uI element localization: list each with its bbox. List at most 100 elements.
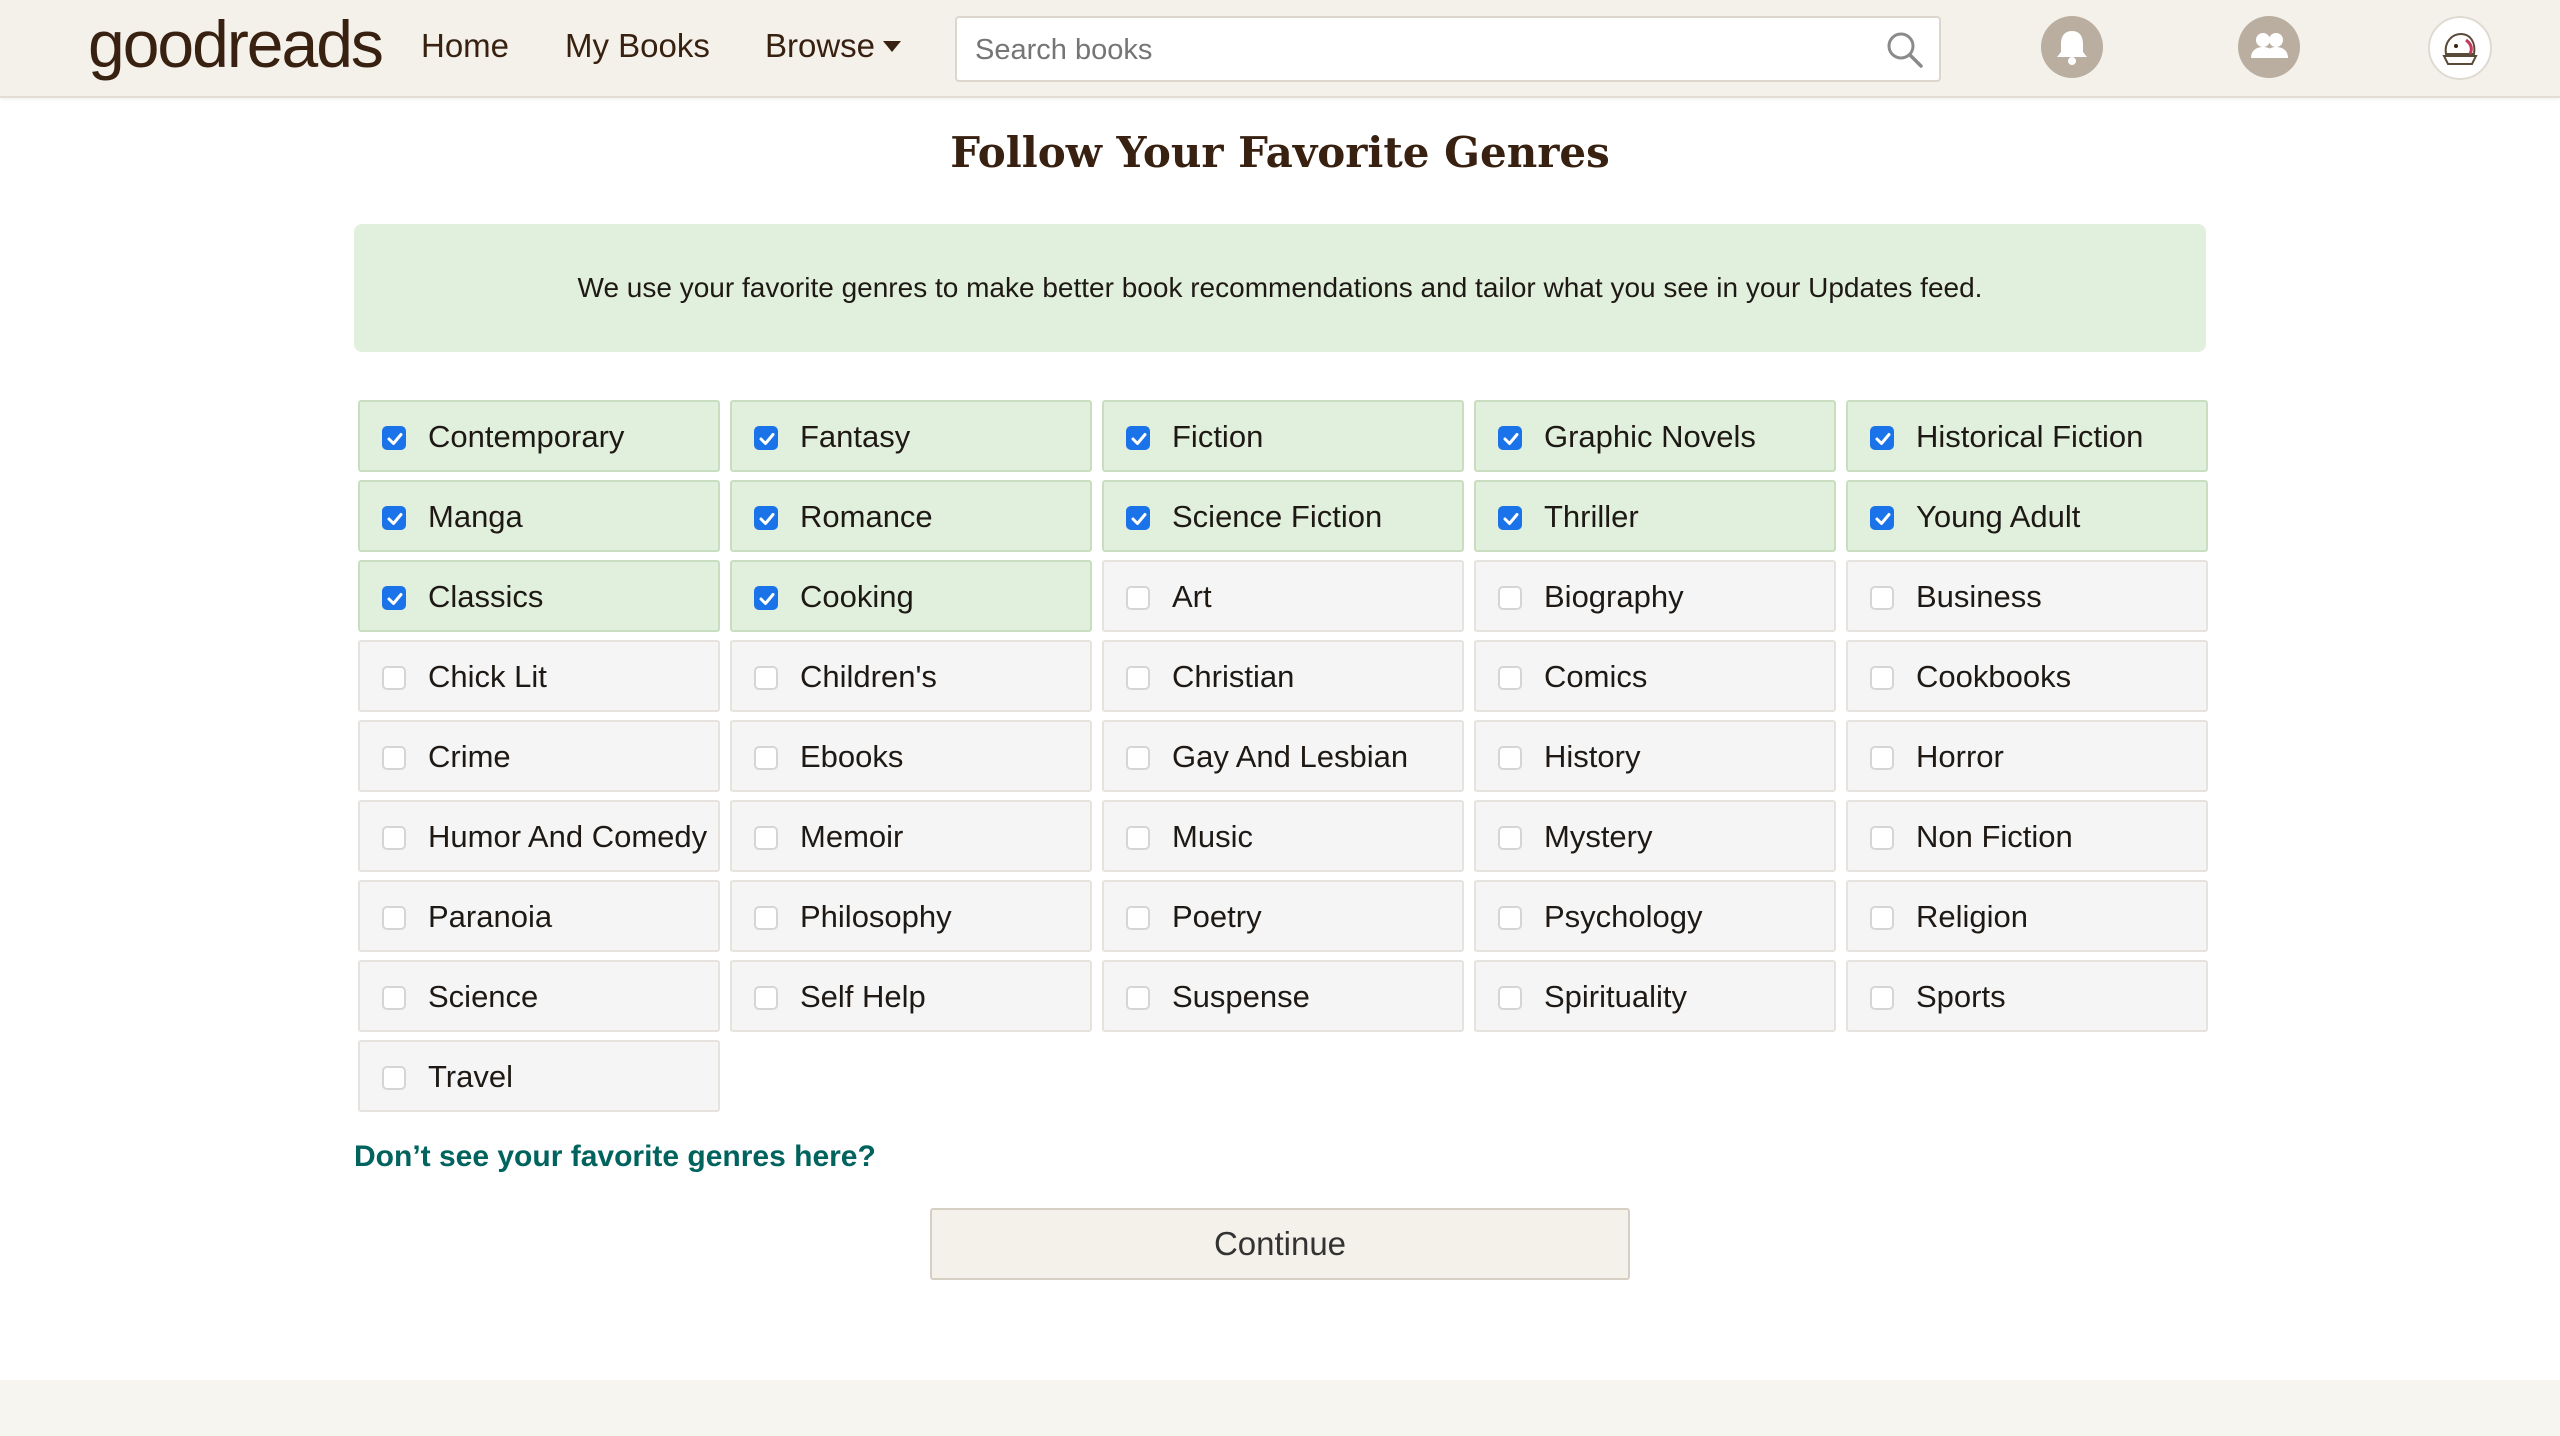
genre-option-music[interactable]: Music xyxy=(1102,800,1464,872)
checkbox-checked-icon[interactable] xyxy=(1498,426,1522,450)
friends-icon[interactable] xyxy=(2238,16,2300,78)
checkbox-unchecked-icon[interactable] xyxy=(1498,986,1522,1010)
genre-option-cookbooks[interactable]: Cookbooks xyxy=(1846,640,2208,712)
genre-option-business[interactable]: Business xyxy=(1846,560,2208,632)
checkbox-unchecked-icon[interactable] xyxy=(1870,586,1894,610)
genre-option-historical-fiction[interactable]: Historical Fiction xyxy=(1846,400,2208,472)
checkbox-unchecked-icon[interactable] xyxy=(382,746,406,770)
checkbox-unchecked-icon[interactable] xyxy=(1498,586,1522,610)
profile-avatar[interactable] xyxy=(2428,16,2492,80)
checkbox-checked-icon[interactable] xyxy=(382,586,406,610)
genre-option-non-fiction[interactable]: Non Fiction xyxy=(1846,800,2208,872)
checkbox-checked-icon[interactable] xyxy=(382,426,406,450)
checkbox-checked-icon[interactable] xyxy=(1870,426,1894,450)
genre-option-children-s[interactable]: Children's xyxy=(730,640,1092,712)
checkbox-unchecked-icon[interactable] xyxy=(382,986,406,1010)
checkbox-checked-icon[interactable] xyxy=(754,426,778,450)
checkbox-unchecked-icon[interactable] xyxy=(1870,666,1894,690)
checkbox-checked-icon[interactable] xyxy=(754,506,778,530)
checkbox-unchecked-icon[interactable] xyxy=(1498,826,1522,850)
checkbox-unchecked-icon[interactable] xyxy=(1870,906,1894,930)
genre-option-classics[interactable]: Classics xyxy=(358,560,720,632)
genre-option-religion[interactable]: Religion xyxy=(1846,880,2208,952)
genre-option-comics[interactable]: Comics xyxy=(1474,640,1836,712)
search-icon[interactable] xyxy=(1885,30,1925,70)
genre-option-thriller[interactable]: Thriller xyxy=(1474,480,1836,552)
genre-option-biography[interactable]: Biography xyxy=(1474,560,1836,632)
checkbox-unchecked-icon[interactable] xyxy=(1126,586,1150,610)
checkbox-unchecked-icon[interactable] xyxy=(1126,826,1150,850)
genre-option-memoir[interactable]: Memoir xyxy=(730,800,1092,872)
genre-option-spirituality[interactable]: Spirituality xyxy=(1474,960,1836,1032)
genre-option-sports[interactable]: Sports xyxy=(1846,960,2208,1032)
genre-label: Children's xyxy=(800,659,937,694)
genre-option-psychology[interactable]: Psychology xyxy=(1474,880,1836,952)
checkbox-unchecked-icon[interactable] xyxy=(382,826,406,850)
checkbox-unchecked-icon[interactable] xyxy=(1126,746,1150,770)
nav-home-link[interactable]: Home xyxy=(421,22,509,70)
checkbox-unchecked-icon[interactable] xyxy=(382,666,406,690)
genre-label: Gay And Lesbian xyxy=(1172,739,1409,774)
genre-option-history[interactable]: History xyxy=(1474,720,1836,792)
genre-option-paranoia[interactable]: Paranoia xyxy=(358,880,720,952)
genre-option-chick-lit[interactable]: Chick Lit xyxy=(358,640,720,712)
genre-option-gay-and-lesbian[interactable]: Gay And Lesbian xyxy=(1102,720,1464,792)
checkbox-checked-icon[interactable] xyxy=(1498,506,1522,530)
checkbox-unchecked-icon[interactable] xyxy=(1498,666,1522,690)
search-input[interactable] xyxy=(973,18,1837,82)
continue-button[interactable]: Continue xyxy=(930,1208,1630,1280)
checkbox-unchecked-icon[interactable] xyxy=(1126,906,1150,930)
genre-option-humor-and-comedy[interactable]: Humor And Comedy xyxy=(358,800,720,872)
genre-option-travel[interactable]: Travel xyxy=(358,1040,720,1112)
checkbox-unchecked-icon[interactable] xyxy=(1126,986,1150,1010)
notifications-bell-icon[interactable] xyxy=(2041,16,2103,78)
genre-option-young-adult[interactable]: Young Adult xyxy=(1846,480,2208,552)
checkbox-unchecked-icon[interactable] xyxy=(754,746,778,770)
checkbox-unchecked-icon[interactable] xyxy=(754,666,778,690)
checkbox-unchecked-icon[interactable] xyxy=(754,986,778,1010)
genre-label: Poetry xyxy=(1172,899,1262,934)
genre-option-graphic-novels[interactable]: Graphic Novels xyxy=(1474,400,1836,472)
genre-option-philosophy[interactable]: Philosophy xyxy=(730,880,1092,952)
checkbox-unchecked-icon[interactable] xyxy=(1870,986,1894,1010)
checkbox-unchecked-icon[interactable] xyxy=(1870,826,1894,850)
genre-option-contemporary[interactable]: Contemporary xyxy=(358,400,720,472)
missing-genres-link[interactable]: Don’t see your favorite genres here? xyxy=(354,1140,876,1174)
top-nav-bar: goodreads Home My Books Browse xyxy=(0,0,2560,98)
checkbox-unchecked-icon[interactable] xyxy=(1870,746,1894,770)
genre-option-science-fiction[interactable]: Science Fiction xyxy=(1102,480,1464,552)
genre-option-self-help[interactable]: Self Help xyxy=(730,960,1092,1032)
checkbox-unchecked-icon[interactable] xyxy=(382,1066,406,1090)
genre-option-fiction[interactable]: Fiction xyxy=(1102,400,1464,472)
checkbox-unchecked-icon[interactable] xyxy=(754,826,778,850)
genre-option-science[interactable]: Science xyxy=(358,960,720,1032)
checkbox-checked-icon[interactable] xyxy=(1126,426,1150,450)
checkbox-checked-icon[interactable] xyxy=(382,506,406,530)
genre-label: Young Adult xyxy=(1916,499,2081,534)
checkbox-checked-icon[interactable] xyxy=(1126,506,1150,530)
genre-option-cooking[interactable]: Cooking xyxy=(730,560,1092,632)
genre-option-mystery[interactable]: Mystery xyxy=(1474,800,1836,872)
genre-option-christian[interactable]: Christian xyxy=(1102,640,1464,712)
checkbox-unchecked-icon[interactable] xyxy=(382,906,406,930)
genre-option-ebooks[interactable]: Ebooks xyxy=(730,720,1092,792)
checkbox-checked-icon[interactable] xyxy=(1870,506,1894,530)
genre-option-poetry[interactable]: Poetry xyxy=(1102,880,1464,952)
genre-option-horror[interactable]: Horror xyxy=(1846,720,2208,792)
genre-option-romance[interactable]: Romance xyxy=(730,480,1092,552)
checkbox-unchecked-icon[interactable] xyxy=(754,906,778,930)
genre-option-suspense[interactable]: Suspense xyxy=(1102,960,1464,1032)
checkbox-unchecked-icon[interactable] xyxy=(1498,906,1522,930)
checkbox-unchecked-icon[interactable] xyxy=(1498,746,1522,770)
checkbox-unchecked-icon[interactable] xyxy=(1126,666,1150,690)
goodreads-logo[interactable]: goodreads xyxy=(88,4,384,84)
nav-my-books-link[interactable]: My Books xyxy=(565,22,710,70)
genre-label: Cooking xyxy=(800,579,914,614)
genre-option-manga[interactable]: Manga xyxy=(358,480,720,552)
checkbox-checked-icon[interactable] xyxy=(754,586,778,610)
genre-option-crime[interactable]: Crime xyxy=(358,720,720,792)
genre-option-fantasy[interactable]: Fantasy xyxy=(730,400,1092,472)
nav-browse-dropdown[interactable]: Browse xyxy=(765,22,902,70)
genre-label: Biography xyxy=(1544,579,1684,614)
genre-option-art[interactable]: Art xyxy=(1102,560,1464,632)
